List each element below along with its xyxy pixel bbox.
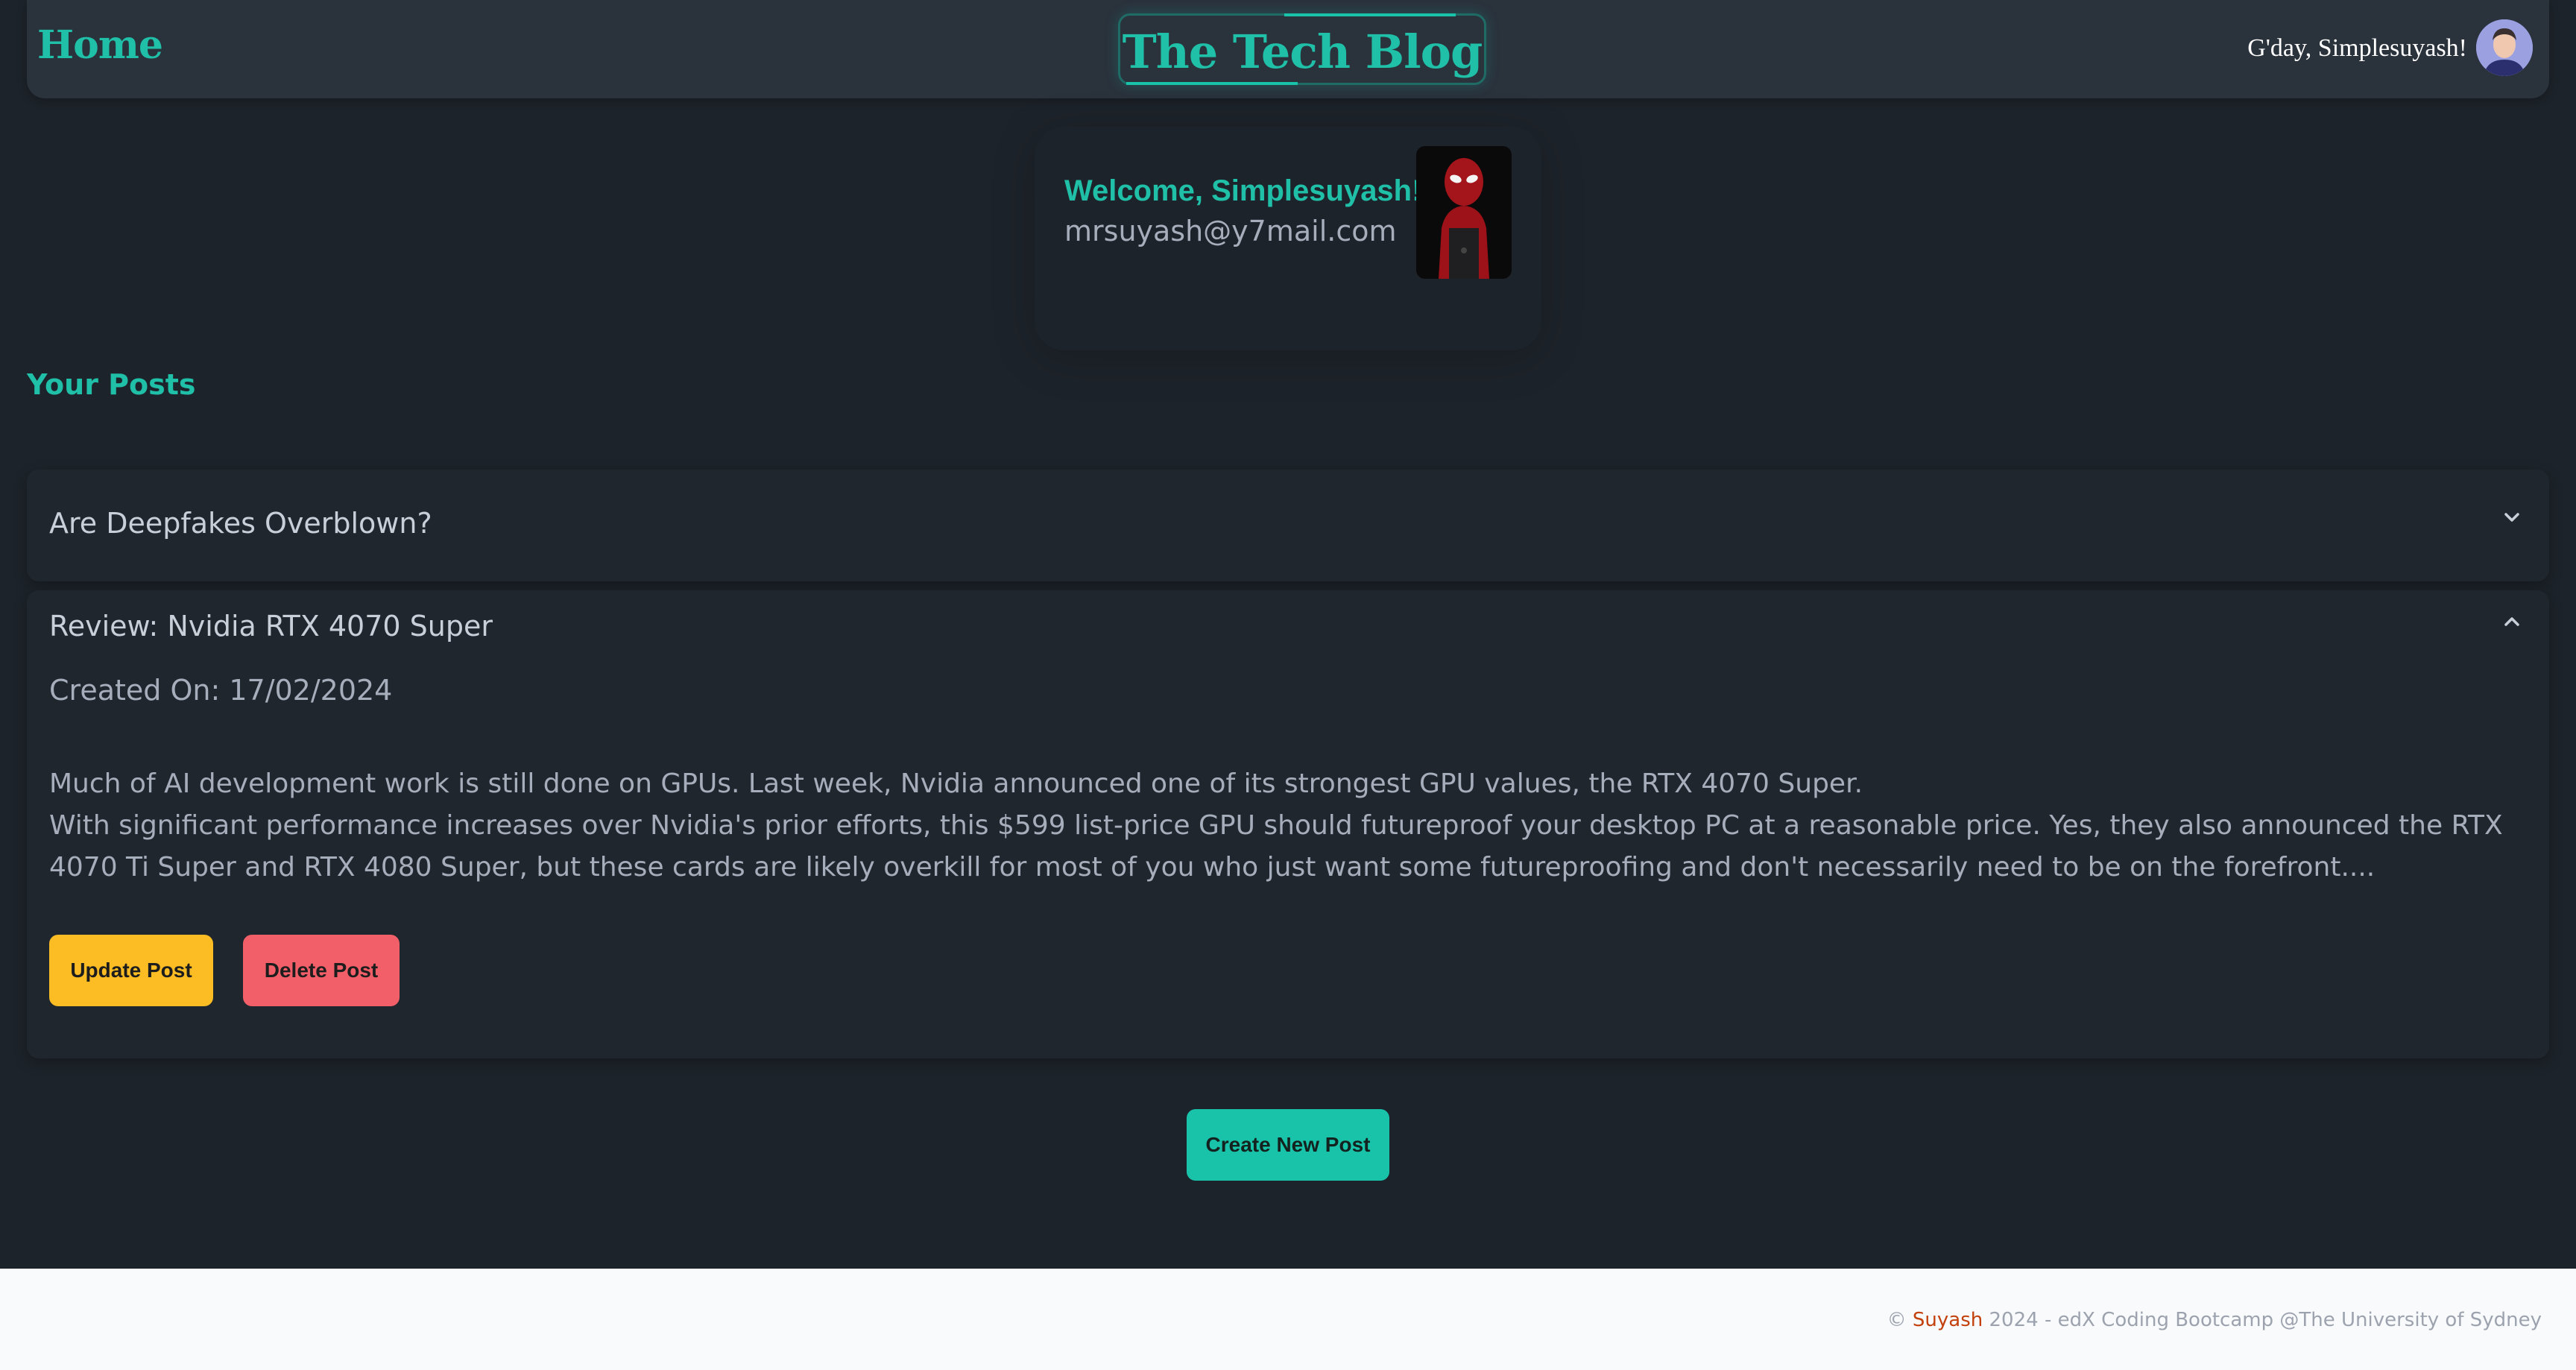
your-posts-heading: Your Posts (27, 368, 196, 401)
post-title[interactable]: Review: Nvidia RTX 4070 Super (49, 610, 493, 643)
copyright-symbol: © (1887, 1309, 1907, 1331)
greeting-text: G'day, Simplesuyash! (2247, 34, 2467, 62)
spiderman-profile-picture (1416, 146, 1512, 279)
user-avatar-icon[interactable] (2476, 19, 2533, 76)
post-collapsed[interactable]: Are Deepfakes Overblown? (27, 470, 2549, 581)
home-link[interactable]: Home (37, 22, 163, 68)
chevron-down-icon[interactable] (2497, 502, 2527, 532)
chevron-up-icon[interactable] (2497, 607, 2527, 637)
update-post-button[interactable]: Update Post (49, 935, 213, 1006)
footer-text: © Suyash 2024 - edX Coding Bootcamp @The… (1887, 1309, 2542, 1331)
site-title[interactable]: The Tech Blog (1120, 25, 1484, 79)
footer: © Suyash 2024 - edX Coding Bootcamp @The… (0, 1269, 2576, 1370)
post-created-date: Created On: 17/02/2024 (49, 674, 393, 707)
post-body: Much of AI development work is still don… (49, 763, 2524, 888)
post-expanded: Review: Nvidia RTX 4070 Super Created On… (27, 590, 2549, 1058)
welcome-heading: Welcome, Simplesuyash! (1064, 174, 1422, 207)
brand-frame: The Tech Blog (1118, 13, 1486, 85)
post-title[interactable]: Are Deepfakes Overblown? (49, 507, 432, 540)
footer-credit: 2024 - edX Coding Bootcamp @The Universi… (1989, 1309, 2542, 1331)
navbar: Home The Tech Blog G'day, Simplesuyash! (27, 0, 2549, 98)
delete-post-button[interactable]: Delete Post (243, 935, 400, 1006)
post-body-paragraph: Much of AI development work is still don… (49, 768, 1863, 799)
post-body-paragraph: With significant performance increases o… (49, 810, 2503, 883)
author-link[interactable]: Suyash (1913, 1309, 1983, 1331)
create-new-post-button[interactable]: Create New Post (1187, 1109, 1389, 1181)
user-email: mrsuyash@y7mail.com (1064, 215, 1397, 247)
